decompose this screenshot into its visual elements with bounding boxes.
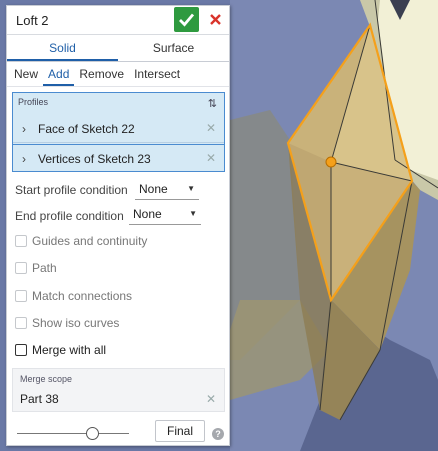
profile-item[interactable]: › Face of Sketch 22 ✕ <box>13 115 224 143</box>
checkbox-label: Match connections <box>32 289 133 303</box>
body-type-tabs: Solid Surface <box>7 35 229 62</box>
chevron-right-icon[interactable]: › <box>22 122 26 136</box>
path-checkbox[interactable]: Path <box>15 261 57 275</box>
profile-item[interactable]: › Vertices of Sketch 23 ✕ <box>13 144 224 172</box>
guides-continuity-checkbox[interactable]: Guides and continuity <box>15 234 147 248</box>
operation-add[interactable]: Add <box>43 62 75 86</box>
selected-vertex-point[interactable] <box>325 156 337 168</box>
rollback-slider-track[interactable] <box>17 433 129 434</box>
tab-solid[interactable]: Solid <box>7 35 118 61</box>
profile-item-label: Vertices of Sketch 23 <box>38 152 151 166</box>
chevron-right-icon[interactable]: › <box>22 152 26 166</box>
cancel-button[interactable] <box>203 7 227 32</box>
dialog-header: Loft 2 <box>7 6 229 35</box>
end-condition-select[interactable]: None ▼ <box>129 204 201 225</box>
end-condition-label: End profile condition <box>15 209 124 223</box>
remove-item-icon[interactable]: ✕ <box>206 121 216 135</box>
operation-intersect[interactable]: Intersect <box>129 62 185 86</box>
tab-surface[interactable]: Surface <box>118 35 229 61</box>
start-condition-label: Start profile condition <box>15 183 128 197</box>
merge-scope-field[interactable]: Merge scope Part 38 ✕ <box>12 368 225 412</box>
checkbox-label: Guides and continuity <box>32 234 148 248</box>
checkbox-box[interactable] <box>15 262 27 274</box>
checkbox-box[interactable] <box>15 317 27 329</box>
merge-scope-label: Merge scope <box>20 374 73 384</box>
sort-order-icon[interactable]: ⇅ <box>208 97 217 110</box>
profiles-selection-box[interactable]: Profiles ⇅ › Face of Sketch 22 ✕ › Verti… <box>12 92 225 172</box>
dropdown-arrow-icon: ▼ <box>189 209 197 218</box>
operation-new[interactable]: New <box>9 62 43 86</box>
checkbox-box[interactable] <box>15 344 27 356</box>
checkbox-label: Path <box>32 261 57 275</box>
dialog-title: Loft 2 <box>16 13 49 28</box>
remove-item-icon[interactable]: ✕ <box>206 392 216 406</box>
start-condition-select[interactable]: None ▼ <box>135 179 199 200</box>
final-button[interactable]: Final <box>155 420 205 442</box>
dropdown-arrow-icon: ▼ <box>187 184 195 193</box>
remove-item-icon[interactable]: ✕ <box>206 151 216 165</box>
show-iso-curves-checkbox[interactable]: Show iso curves <box>15 316 119 330</box>
merge-scope-value: Part 38 <box>20 392 59 406</box>
check-icon <box>179 13 195 27</box>
profile-item-label: Face of Sketch 22 <box>38 122 135 136</box>
help-icon[interactable]: ? <box>212 428 224 440</box>
operation-tabs: New Add Remove Intersect <box>7 62 229 87</box>
checkbox-box[interactable] <box>15 235 27 247</box>
checkbox-box[interactable] <box>15 290 27 302</box>
match-connections-checkbox[interactable]: Match connections <box>15 289 132 303</box>
merge-with-all-checkbox[interactable]: Merge with all <box>15 343 106 357</box>
rollback-slider-thumb[interactable] <box>86 427 100 440</box>
start-condition-value: None <box>139 182 168 196</box>
profiles-label: Profiles <box>18 97 49 107</box>
accept-button[interactable] <box>174 7 199 32</box>
checkbox-label: Merge with all <box>32 343 107 357</box>
end-condition-value: None <box>133 207 162 221</box>
checkbox-label: Show iso curves <box>32 316 120 330</box>
operation-remove[interactable]: Remove <box>74 62 129 86</box>
close-icon <box>209 14 221 25</box>
loft-feature-dialog: Loft 2 Solid Surface New Add Remove Inte… <box>6 5 230 446</box>
